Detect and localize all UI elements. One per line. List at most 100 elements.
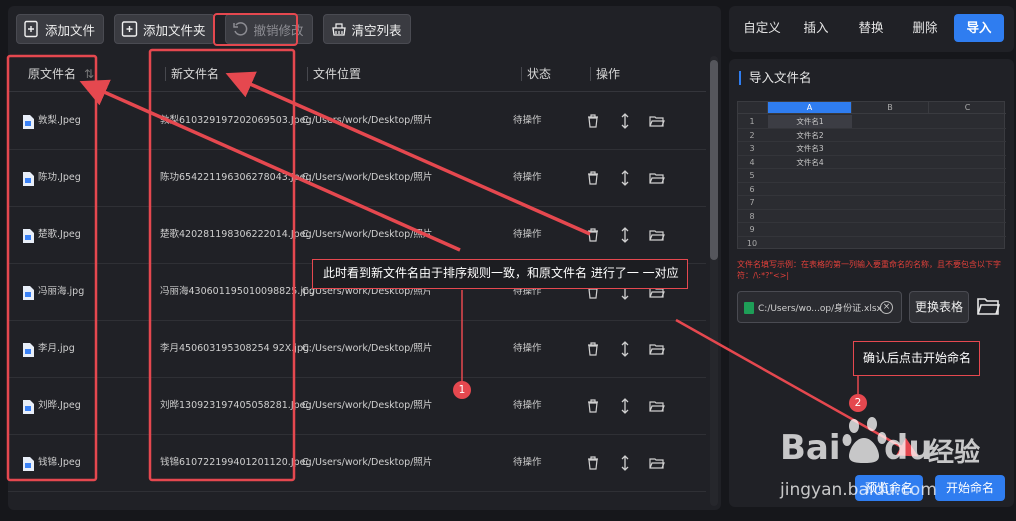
spreadsheet-preview: A B C 1 文件名1 2 文件名2 3 文件名3 4 文件名4 5 6 7 8 9 … — [737, 101, 1006, 251]
start-naming-button[interactable]: 开始命名 — [935, 475, 1005, 501]
sheet-row-number: 5 — [749, 171, 755, 180]
original-name-cell: 刘晔.Jpeg — [38, 400, 81, 411]
sheet-row: 8 — [738, 210, 1006, 224]
undo-changes-button[interactable]: 撤销修改 — [224, 14, 313, 44]
original-name-cell: 李月.jpg — [38, 343, 75, 354]
sheet-cell: 文件名3 — [796, 144, 824, 153]
header-location: 文件位置 — [313, 67, 362, 81]
move-vertical-icon[interactable] — [617, 398, 633, 414]
sheet-row: 9 — [738, 223, 1006, 237]
folder-open-icon[interactable] — [649, 170, 665, 186]
status-cell: 待操作 — [513, 172, 542, 183]
column-divider[interactable] — [165, 67, 166, 81]
table-row[interactable]: 钱锦.Jpeg 钱锦610722199401201120.Jpeg C:/Use… — [8, 435, 706, 492]
original-name-cell: 陈功.Jpeg — [38, 172, 81, 183]
vertical-scrollbar[interactable] — [710, 56, 718, 506]
sheet-row: 7 — [738, 196, 1006, 210]
folder-open-icon[interactable] — [649, 113, 665, 129]
undo-changes-label: 撤销修改 — [253, 22, 304, 38]
clear-icon[interactable]: × — [880, 301, 893, 314]
trash-icon[interactable] — [585, 398, 601, 414]
tab-replace[interactable]: 替换 — [847, 14, 895, 42]
preview-naming-button[interactable]: 预览命名 — [855, 475, 923, 501]
image-file-icon — [23, 286, 34, 300]
scrollbar-thumb[interactable] — [710, 60, 718, 260]
sheet-row: 10 — [738, 237, 1006, 251]
swap-spreadsheet-button[interactable]: 更换表格 — [909, 291, 969, 323]
status-cell: 待操作 — [513, 115, 542, 126]
folder-open-icon[interactable] — [649, 227, 665, 243]
location-cell: C:/Users/work/Desktop/照片 — [302, 172, 433, 183]
spreadsheet-file-field[interactable]: C:/Users/wo...op/身份证.xlsx × — [737, 291, 902, 323]
table-row[interactable]: 李月.jpg 李月450603195308254 92X.jpg C:/User… — [8, 321, 706, 378]
add-folder-label: 添加文件夹 — [143, 22, 206, 38]
callout-explanation-2: 确认后点击开始命名 — [853, 341, 980, 376]
tab-insert[interactable]: 插入 — [793, 14, 839, 42]
tab-delete[interactable]: 删除 — [901, 14, 949, 42]
sheet-row: 4 文件名4 — [738, 156, 1006, 170]
image-file-icon — [23, 400, 34, 414]
add-folder-button[interactable]: 添加文件夹 — [114, 14, 215, 44]
move-vertical-icon[interactable] — [617, 170, 633, 186]
file-list-panel: 添加文件 添加文件夹 撤销修改 清空列表 原文件名 ⇅ 新文件名 文件位置 状态… — [8, 6, 721, 510]
move-vertical-icon[interactable] — [617, 341, 633, 357]
sheet-row: 1 文件名1 — [738, 115, 1006, 129]
original-name-cell: 楚歌.Jpeg — [38, 229, 81, 240]
header-status: 状态 — [527, 67, 552, 81]
move-vertical-icon[interactable] — [617, 455, 633, 471]
spreadsheet-file-path: C:/Users/wo...op/身份证.xlsx — [758, 304, 882, 314]
sheet-cell: 文件名1 — [768, 115, 852, 128]
new-name-cell: 冯丽海430601195010098825.jpg — [160, 286, 316, 297]
column-divider[interactable] — [307, 67, 308, 81]
column-divider[interactable] — [590, 67, 591, 81]
folder-open-icon[interactable] — [649, 455, 665, 471]
trash-icon[interactable] — [585, 455, 601, 471]
move-vertical-icon[interactable] — [617, 113, 633, 129]
broom-icon — [331, 23, 346, 36]
status-cell: 待操作 — [513, 229, 542, 240]
status-cell: 待操作 — [513, 457, 542, 468]
open-folder-icon[interactable] — [976, 295, 1000, 317]
sheet-row: 6 — [738, 183, 1006, 197]
sort-icon[interactable]: ⇅ — [84, 56, 94, 92]
add-file-label: 添加文件 — [45, 22, 96, 38]
image-file-icon — [23, 343, 34, 357]
trash-icon[interactable] — [585, 170, 601, 186]
sheet-row: 3 文件名3 — [738, 142, 1006, 156]
table-row[interactable]: 陈功.Jpeg 陈功654221196306278043.Jpeg C:/Use… — [8, 150, 706, 207]
tab-import[interactable]: 导入 — [954, 14, 1004, 42]
import-panel-title: 导入文件名 — [739, 71, 812, 85]
table-row[interactable]: 刘晔.Jpeg 刘晔130923197405058281.Jpeg C:/Use… — [8, 378, 706, 435]
tab-custom[interactable]: 自定义 — [735, 14, 789, 42]
table-row[interactable]: 敦梨.Jpeg 敦梨610329197202069503.Jpeg C:/Use… — [8, 93, 706, 150]
header-actions: 操作 — [596, 67, 621, 81]
rename-mode-tabs: 自定义 插入 替换 删除 导入 — [729, 6, 1014, 52]
new-name-cell: 刘晔130923197405058281.Jpeg — [160, 400, 312, 411]
move-vertical-icon[interactable] — [617, 227, 633, 243]
clear-list-label: 清空列表 — [351, 22, 402, 38]
folder-open-icon[interactable] — [649, 398, 665, 414]
add-file-button[interactable]: 添加文件 — [16, 14, 105, 44]
status-cell: 待操作 — [513, 343, 542, 354]
sheet-corner — [738, 102, 768, 114]
new-name-cell: 楚歌420281198306222014.Jpeg — [160, 229, 312, 240]
folder-open-icon[interactable] — [649, 341, 665, 357]
column-divider[interactable] — [521, 67, 522, 81]
header-original-name[interactable]: 原文件名 — [28, 56, 76, 92]
new-name-cell: 陈功654221196306278043.Jpeg — [160, 172, 312, 183]
sheet-row: 2 文件名2 — [738, 129, 1006, 143]
trash-icon[interactable] — [585, 341, 601, 357]
sheet-row-number: 10 — [746, 238, 758, 248]
table-row[interactable]: 楚歌.Jpeg 楚歌420281198306222014.Jpeg C:/Use… — [8, 207, 706, 264]
header-new-name: 新文件名 — [171, 67, 220, 81]
location-cell: C:/Users/work/Desktop/照片 — [302, 115, 433, 126]
image-file-icon — [23, 115, 34, 129]
clear-list-button[interactable]: 清空列表 — [322, 14, 411, 44]
original-name-cell: 敦梨.Jpeg — [38, 115, 81, 126]
trash-icon[interactable] — [585, 227, 601, 243]
trash-icon[interactable] — [585, 113, 601, 129]
original-name-cell: 冯丽海.jpg — [38, 286, 85, 297]
sheet-col-c: C — [929, 102, 1006, 114]
new-name-cell: 李月450603195308254 92X.jpg — [160, 343, 309, 354]
sheet-col-a: A — [768, 102, 852, 114]
